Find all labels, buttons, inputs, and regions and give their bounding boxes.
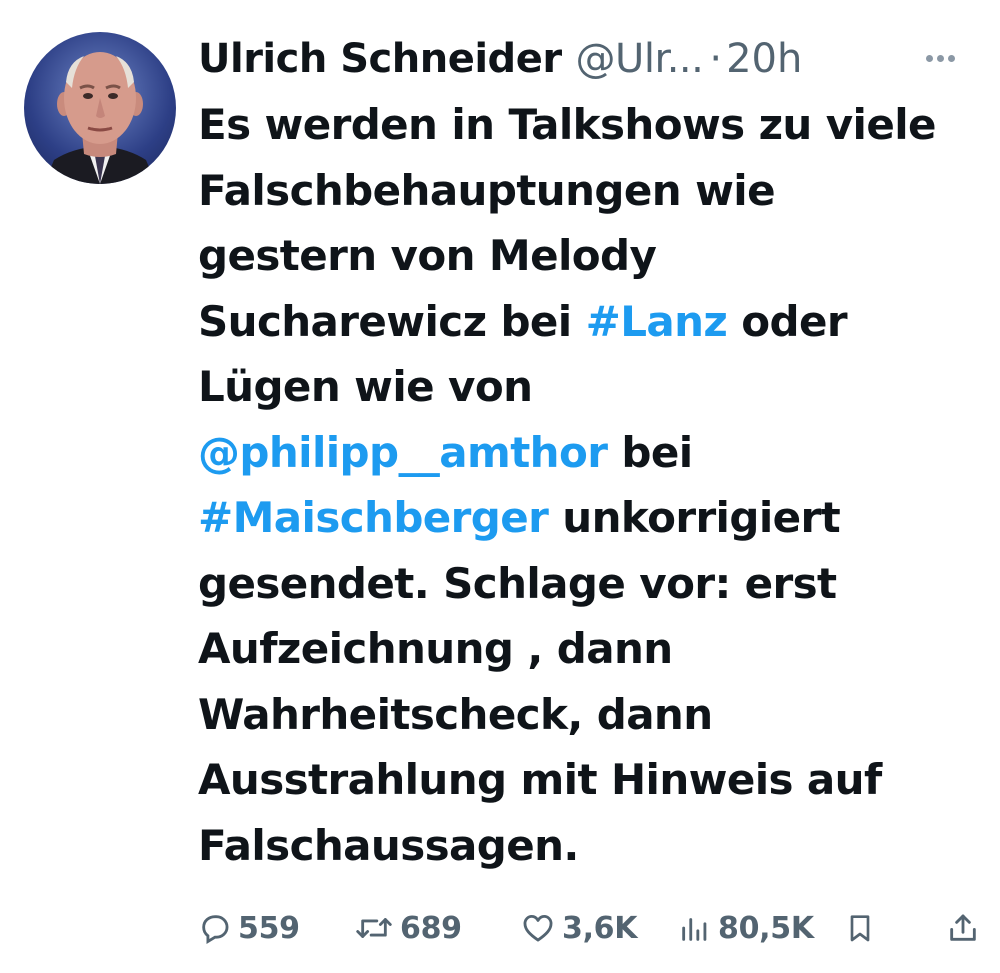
tweet-text-run: Sucharewicz bei	[198, 296, 586, 346]
repost-count: 689	[400, 910, 462, 946]
repost-button[interactable]: 689	[354, 900, 462, 956]
tweet[interactable]: Ulrich Schneider @Ulr... · 20h Es werden…	[0, 0, 1000, 973]
repost-icon	[354, 911, 394, 945]
tweet-text-run: gestern von Melody	[198, 231, 657, 280]
separator-dot: ·	[709, 36, 723, 82]
share-button[interactable]	[946, 900, 986, 956]
author-handle[interactable]: @Ulr...	[576, 36, 704, 82]
share-icon	[946, 911, 980, 945]
reply-count: 559	[238, 910, 300, 946]
views-button[interactable]: 80,5K	[678, 900, 814, 956]
tweet-text: Es werden in Talkshows zu viele Falschbeh…	[198, 92, 988, 878]
avatar[interactable]	[24, 32, 176, 184]
reply-button[interactable]: 559	[198, 900, 300, 956]
tweet-text-run: Lügen wie von	[198, 362, 533, 411]
bookmark-button[interactable]	[844, 900, 882, 956]
tweet-text-line: Ausstrahlung mit Hinweis auf	[198, 747, 988, 813]
tweet-text-line: Sucharewicz bei #Lanz oder	[198, 289, 988, 355]
tweet-text-run: bei	[607, 427, 693, 477]
hashtag-link[interactable]: #Maischberger	[198, 493, 549, 542]
like-count: 3,6K	[562, 910, 638, 946]
tweet-text-line: @philipp__amthor bei	[198, 420, 988, 486]
views-count: 80,5K	[718, 910, 814, 946]
tweet-text-line: Wahrheitscheck, dann	[198, 682, 988, 748]
reply-icon	[198, 911, 232, 945]
tweet-text-line: Falschbehauptungen wie	[198, 158, 988, 224]
tweet-text-run: unkorrigiert	[548, 493, 841, 542]
mention-link[interactable]: @philipp__amthor	[198, 428, 608, 477]
tweet-text-run: Ausstrahlung mit Hinweis auf	[198, 755, 882, 804]
hashtag-link[interactable]: #Lanz	[586, 297, 728, 346]
tweet-text-line: Es werden in Talkshows zu viele	[198, 92, 988, 158]
tweet-text-run: Falschbehauptungen wie	[198, 165, 776, 215]
tweet-text-line: gesendet. Schlage vor: erst	[198, 551, 988, 617]
tweet-text-line: Aufzeichnung , dann	[198, 616, 988, 682]
tweet-text-line: Falschaussagen.	[198, 813, 988, 879]
views-icon	[678, 911, 712, 945]
tweet-text-run: Es werden in Talkshows zu viele	[198, 100, 937, 149]
more-icon[interactable]	[918, 40, 962, 76]
tweet-text-run: oder	[727, 296, 848, 346]
timestamp[interactable]: 20h	[726, 36, 802, 82]
like-icon	[520, 911, 556, 945]
tweet-text-line: #Maischberger unkorrigiert	[198, 485, 988, 551]
like-button[interactable]: 3,6K	[520, 900, 638, 956]
author-name[interactable]: Ulrich Schneider	[198, 36, 562, 82]
tweet-text-run: gesendet. Schlage vor: erst	[198, 558, 837, 608]
tweet-text-line: gestern von Melody	[198, 223, 988, 289]
tweet-header: Ulrich Schneider @Ulr... · 20h	[198, 28, 978, 90]
tweet-text-run: Falschaussagen.	[198, 820, 579, 870]
action-bar: 559 689 3,6K 80,5K	[198, 900, 988, 956]
tweet-text-line: Lügen wie von	[198, 354, 988, 420]
tweet-text-run: Aufzeichnung , dann	[198, 624, 673, 673]
tweet-text-run: Wahrheitscheck, dann	[198, 689, 713, 739]
bookmark-icon	[844, 911, 876, 945]
